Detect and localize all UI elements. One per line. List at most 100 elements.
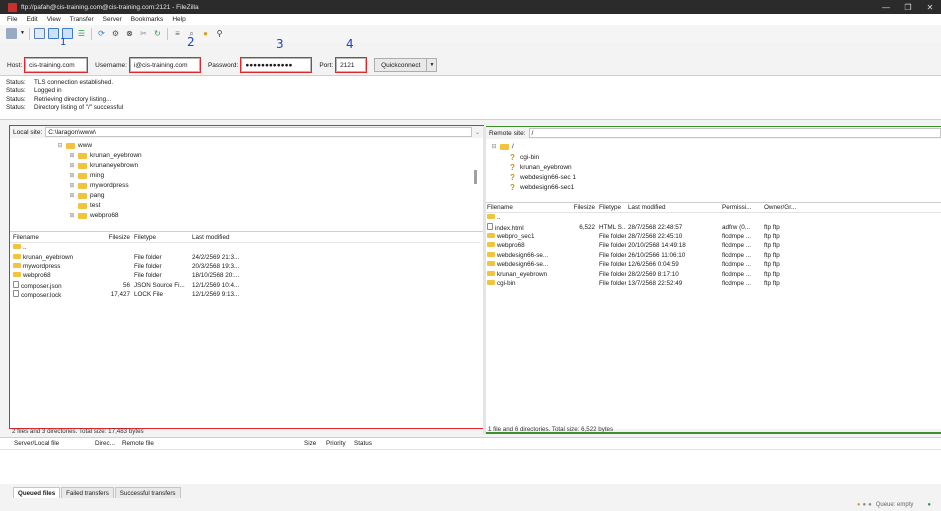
file-row[interactable]: webpro68 File folder 18/10/2568 20:...	[10, 271, 480, 280]
tree-node[interactable]: test	[78, 201, 100, 210]
binoculars-icon[interactable]: ⚲	[214, 28, 225, 39]
folder-icon	[66, 142, 75, 149]
column-filetype[interactable]: Filetype	[132, 234, 192, 241]
remote-pane: Remote site: / ⊟ / ? cgi-bin ? krunan_eyebr…	[486, 126, 941, 429]
file-row[interactable]: mywordpress File folder 20/3/2568 19:3...	[10, 262, 480, 271]
column-filesize[interactable]: Filesize	[98, 234, 132, 241]
column-status[interactable]: Status	[354, 440, 384, 447]
toggle-tree-icon[interactable]	[48, 28, 59, 39]
menu-bookmarks[interactable]: Bookmarks	[131, 16, 164, 23]
port-input[interactable]: 2121	[335, 57, 368, 73]
menu-view[interactable]: View	[47, 16, 61, 23]
tree-node[interactable]: ⊞ krunan_eyebrown	[69, 151, 141, 160]
tree-node[interactable]: ? krunan_eyebrown	[508, 163, 572, 172]
remote-pane-bottom-border	[486, 432, 941, 434]
tree-node[interactable]: ? cgi-bin	[508, 153, 539, 162]
queue-header: Server/Local file Direc... Remote file S…	[0, 438, 941, 450]
file-row[interactable]: ..	[486, 213, 941, 222]
folder-icon	[13, 272, 21, 278]
site-manager-icon[interactable]	[6, 28, 17, 39]
tree-node[interactable]: ? webdesign66-sec 1	[508, 173, 576, 182]
local-file-list: Filename Filesize Filetype Last modified…	[10, 233, 480, 425]
tree-scrollbar[interactable]	[474, 170, 477, 184]
file-row[interactable]: webpro_sec1 File folder 28/7/2568 22:45:10…	[486, 232, 941, 241]
column-last-modified[interactable]: Last modified	[626, 204, 722, 211]
local-site-path-input[interactable]: C:\laragon\www\	[45, 127, 472, 137]
quickconnect-button[interactable]: Quickconnect	[374, 58, 428, 72]
file-row[interactable]: composer.lock 17,427 LOCK File 12/1/2569 9:…	[10, 290, 480, 299]
minimize-button[interactable]: —	[875, 3, 897, 12]
filter-icon[interactable]: ≡	[172, 28, 183, 39]
tree-node[interactable]: ⊟ /	[491, 142, 513, 151]
maximize-button[interactable]: ❐	[897, 3, 919, 12]
file-row[interactable]: webdesign66-se... File folder 12/6/2566 0:…	[486, 260, 941, 269]
site-manager-dropdown-icon[interactable]: ▼	[20, 28, 25, 39]
process-queue-icon[interactable]: ⚙	[110, 28, 121, 39]
disconnect-icon[interactable]: ✂	[138, 28, 149, 39]
file-row[interactable]: index.html 6,522 HTML S... 28/7/2568 22:48:…	[486, 222, 941, 232]
host-input[interactable]: cis-training.com	[24, 57, 89, 73]
tree-node[interactable]: ⊞ mywordpress	[69, 181, 128, 190]
close-button[interactable]: ✕	[919, 3, 941, 12]
remote-site-path-input[interactable]: /	[528, 128, 941, 138]
menu-transfer[interactable]: Transfer	[70, 16, 94, 23]
tree-node[interactable]: ⊞ ming	[69, 171, 104, 180]
file-row[interactable]: krunan_eyebrown File folder 24/2/2569 21:3…	[10, 252, 480, 261]
column-filetype[interactable]: Filetype	[597, 204, 626, 211]
file-icon	[487, 222, 493, 230]
file-row[interactable]: krunan_eyebrown File folder 28/2/2569 8:17…	[486, 269, 941, 278]
queue-tabs: Queued files Failed transfers Successful…	[0, 486, 941, 498]
tab-failed-transfers[interactable]: Failed transfers	[61, 487, 114, 498]
column-owner[interactable]: Owner/Gr...	[764, 204, 804, 211]
column-permissions[interactable]: Permissi...	[722, 204, 764, 211]
folder-icon	[487, 251, 495, 257]
folder-icon	[13, 244, 21, 250]
tree-node[interactable]: ? webdesign66-sec1	[508, 183, 574, 192]
log-line: Status: Directory listing of "/" successf…	[6, 104, 124, 112]
column-filesize[interactable]: Filesize	[564, 204, 597, 211]
tab-queued-files[interactable]: Queued files	[13, 487, 61, 498]
tree-node[interactable]: ⊞ krunaneyebrown	[69, 161, 138, 170]
tree-node[interactable]: ⊟ www	[57, 141, 92, 150]
status-bar: ● ● ● Queue: empty ●	[0, 499, 941, 511]
file-row[interactable]: webpro68 File folder 20/10/2568 14:49:18 fl…	[486, 241, 941, 250]
reconnect-icon[interactable]: ↻	[152, 28, 163, 39]
local-path-dropdown-icon[interactable]: ⌄	[475, 129, 480, 136]
quickconnect-dropdown-icon[interactable]: ▼	[427, 58, 438, 72]
annotation-3: 3	[276, 37, 284, 51]
toggle-queue-icon[interactable]: ☰	[76, 28, 87, 39]
column-priority[interactable]: Priority	[326, 440, 354, 447]
compare-icon[interactable]: ●	[200, 28, 211, 39]
column-server-local-file[interactable]: Server/Local file	[0, 440, 95, 447]
menu-server[interactable]: Server	[103, 16, 122, 23]
tree-node[interactable]: ⊞ webpro68	[69, 211, 118, 220]
toggle-log-icon[interactable]	[34, 28, 45, 39]
column-filename[interactable]: Filename	[486, 204, 564, 211]
log-line: Status: TLS connection established.	[6, 78, 114, 86]
password-input[interactable]: ●●●●●●●●●●●●	[240, 57, 313, 73]
column-remote-file[interactable]: Remote file	[122, 440, 304, 447]
column-size[interactable]: Size	[304, 440, 326, 447]
menu-file[interactable]: File	[7, 16, 17, 23]
folder-icon	[78, 182, 87, 189]
tree-node[interactable]: ⊞ pang	[69, 191, 104, 200]
remote-site-label: Remote site:	[489, 129, 526, 137]
column-direction[interactable]: Direc...	[95, 440, 122, 447]
file-row[interactable]: composer.json 56 JSON Source Fi... 12/1/256…	[10, 280, 480, 290]
file-row[interactable]: webdesign66-se... File folder 26/10/2566 1…	[486, 251, 941, 260]
cancel-icon[interactable]: ⊗	[124, 28, 135, 39]
menu-edit[interactable]: Edit	[26, 16, 37, 23]
refresh-icon[interactable]: ⟳	[96, 28, 107, 39]
file-row[interactable]: cgi-bin File folder 13/7/2568 22:52:49 flcd…	[486, 279, 941, 288]
remote-file-list-header: Filename Filesize Filetype Last modified…	[486, 203, 941, 213]
menu-bar: File Edit View Transfer Server Bookmarks…	[0, 14, 941, 25]
transfer-queue: Server/Local file Direc... Remote file S…	[0, 437, 941, 484]
folder-icon	[78, 192, 87, 199]
username-input[interactable]: i@cis-training.com	[128, 57, 201, 73]
file-row[interactable]: ..	[10, 243, 480, 252]
menu-help[interactable]: Help	[172, 16, 185, 23]
column-filename[interactable]: Filename	[10, 234, 98, 241]
tab-successful-transfers[interactable]: Successful transfers	[114, 487, 181, 498]
folder-icon	[487, 214, 495, 220]
column-last-modified[interactable]: Last modified	[192, 234, 252, 241]
